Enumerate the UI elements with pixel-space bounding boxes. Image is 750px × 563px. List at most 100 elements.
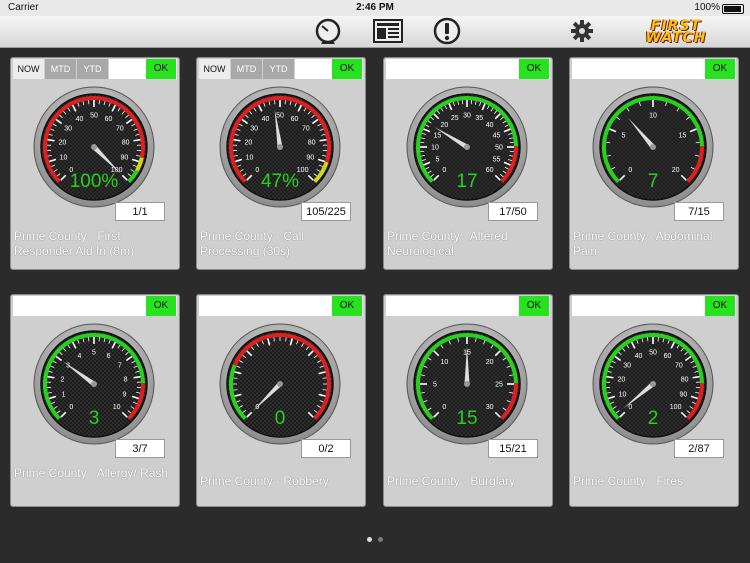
gauge-card[interactable]: NOW MTD YTD OK 0 10 20 30 40 50 60 70 80 90 100 100% 1/1…	[10, 57, 180, 270]
count-readout: 15/21	[488, 439, 538, 458]
ok-status-badge: OK	[146, 59, 176, 79]
gauge-tick-label: 0	[628, 167, 632, 174]
gauge-tick-label: 0	[628, 404, 632, 411]
gauge-tick	[47, 375, 55, 379]
speedometer-icon[interactable]	[313, 17, 343, 45]
tab-ytd[interactable]: YTD	[77, 59, 109, 79]
gauge-tick	[133, 375, 141, 379]
gauge-tick-label: 25	[495, 382, 503, 389]
gauge-tick-label: 20	[244, 139, 252, 146]
gauge-tick-label: 90	[680, 391, 688, 398]
tab-now[interactable]: NOW	[199, 59, 231, 79]
gauge-card[interactable]: OK 0 10 20 30 40 50 60 70 80 90 100 2 2/87 Prime Count…	[569, 294, 739, 507]
tab-now[interactable]: NOW	[13, 59, 45, 79]
gauge-tick-label: 0	[442, 167, 446, 174]
count-readout: 17/50	[488, 202, 538, 221]
gauge-card[interactable]: NOW MTD YTD OK 0 10 20 30 40 50 60 70 80 90 100 47% 105/…	[196, 57, 366, 270]
card-title: Prime County - Robbery	[200, 474, 329, 488]
page-dot-1[interactable]	[367, 537, 372, 542]
card-title: Prime County - Call Processing (30s)	[200, 229, 305, 258]
gauge-tick-label: 10	[431, 145, 439, 152]
gauge-dial: 0 5 10 15 20 7	[592, 86, 714, 208]
count-readout: 1/1	[115, 202, 165, 221]
gauge-tick-label: 10	[246, 154, 254, 161]
gauge-tick	[47, 138, 55, 142]
gauge-dial: 00	[219, 323, 341, 445]
ok-status-badge: OK	[519, 59, 549, 79]
gauge-value: 7	[648, 171, 659, 192]
gauge-dial: 010 20 30 40 50 6070 80 90 100 2	[592, 323, 714, 445]
gauge-tick-label: 70	[116, 126, 124, 133]
report-icon[interactable]	[373, 17, 403, 45]
gauge-tick	[606, 375, 614, 379]
gauge-value: 47%	[261, 171, 299, 192]
logo-line-2: WATCH	[645, 29, 707, 46]
gauge-tick	[273, 337, 275, 342]
gauge-tick-label: 30	[486, 404, 494, 411]
gauge-tick-label: 10	[440, 359, 448, 366]
battery-icon	[722, 4, 744, 14]
page-indicator[interactable]	[0, 537, 750, 542]
tab-mtd[interactable]: MTD	[45, 59, 77, 79]
gauge-tick	[692, 375, 700, 379]
gauge-tick-label: 10	[649, 113, 657, 120]
gauge-value: 2	[648, 408, 659, 429]
ok-status-badge: OK	[146, 296, 176, 316]
gear-icon[interactable]	[567, 17, 597, 45]
gauge-tick-label: 30	[64, 126, 72, 133]
needle-hub	[91, 144, 97, 150]
gauge-tick-label: 60	[486, 167, 494, 174]
gauge-value: 17	[456, 171, 477, 192]
tab-ytd[interactable]: YTD	[263, 59, 295, 79]
battery-percent: 100%	[694, 2, 720, 13]
gauge-tick-label: 90	[307, 154, 315, 161]
gauge-dial: 010203040 50 6070809010047%	[219, 86, 341, 208]
gauge-card[interactable]: OK 0 0 0/2 Prime County - Robbery	[196, 294, 366, 507]
ok-status-badge: OK	[332, 296, 362, 316]
gauge-tick-label: 5	[621, 132, 625, 139]
gauge-tick-label: 5	[433, 382, 437, 389]
gauge-tick-label: 70	[675, 363, 683, 370]
gauge-tick-label: 40	[76, 116, 84, 123]
gauge-tick-label: 10	[619, 391, 627, 398]
gauge-tick-label: 50	[90, 113, 98, 120]
gauge-tick-label: 50	[276, 113, 284, 120]
needle-hub	[277, 381, 283, 387]
gauge-tick-label: 8	[124, 376, 128, 383]
page-dot-2[interactable]	[378, 537, 383, 542]
gauge-tick-label: 40	[262, 116, 270, 123]
gauge-tick-label: 60	[105, 116, 113, 123]
gauge-tick-label: 2	[60, 376, 64, 383]
ok-status-badge: OK	[705, 59, 735, 79]
gauge-tick	[233, 389, 238, 391]
gauge-tick	[133, 138, 141, 142]
gauge-tick-label: 100	[670, 404, 682, 411]
gauge-tick	[233, 138, 241, 142]
gauge-card[interactable]: OK 0 5 10 15 20 25 30 35 40 45 50 55 60 17 17/50 Prime C…	[383, 57, 553, 270]
gauge-value: 3	[89, 408, 100, 429]
needle-hub	[464, 381, 470, 387]
gauge-tick-label: 30	[250, 126, 258, 133]
card-title: Prime County - Abdominal Pain	[573, 229, 713, 258]
count-readout: 2/87	[674, 439, 724, 458]
gauge-tick-label: 20	[58, 139, 66, 146]
gauge-tick-label: 0	[69, 404, 73, 411]
gauge-tick-label: 60	[291, 116, 299, 123]
gauge-card[interactable]: OK 0 1 2 3 4 5 6 7 8 9 10 3 3/7 Prime County - Allergy…	[10, 294, 180, 507]
gauge-card[interactable]: OK 0 5 10 15 20 7 7/15 Prime County - Abdominal …	[569, 57, 739, 270]
count-readout: 7/15	[674, 202, 724, 221]
gauge-tick-label: 20	[617, 376, 625, 383]
card-title: Prime County - Allergy/ Rash	[14, 466, 169, 480]
gauge-tick-label: 15	[434, 132, 442, 139]
gauge-tick-label: 0	[255, 167, 259, 174]
gauge-tick-label: 1	[62, 391, 66, 398]
alert-icon[interactable]	[432, 17, 462, 45]
tab-mtd[interactable]: MTD	[231, 59, 263, 79]
card-title: Prime County - First Responder Aid In (8…	[14, 229, 135, 258]
gauge-tick	[233, 377, 238, 379]
gauge-tick-label: 10	[113, 404, 121, 411]
gauge-dial: 01234 5 6789103	[33, 323, 155, 445]
gauge-card[interactable]: OK0510152025301515/21Prime County - Burg…	[383, 294, 553, 507]
gauge-value: 15	[456, 408, 477, 429]
gauge-tick-label: 30	[463, 113, 471, 120]
